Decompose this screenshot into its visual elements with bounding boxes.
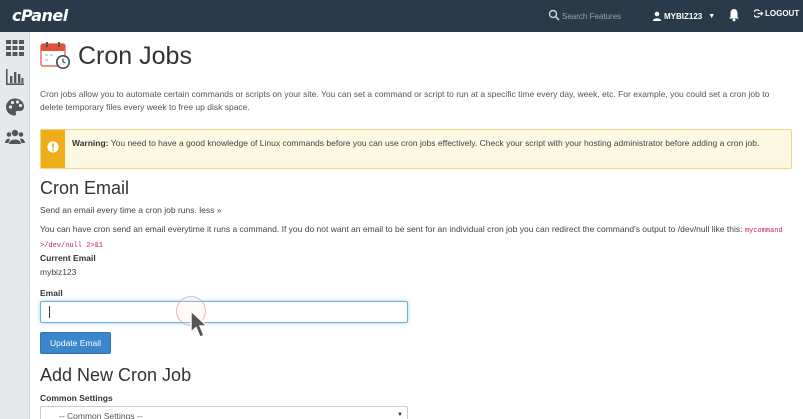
user-icon [652,11,662,21]
chevron-down-icon: ▼ [708,12,716,20]
logout-label: LOGOUT [765,9,800,18]
search-icon [548,9,560,21]
bar-chart-icon[interactable] [5,67,25,87]
common-settings-label: Common Settings [40,393,113,403]
chevron-down-icon: ▼ [397,412,403,418]
username-label: MYBIZ123 [664,11,703,21]
cron-email-description-text: Send an email every time a cron job runs… [40,205,197,215]
warning-message: You need to have a good knowledge of Lin… [110,138,760,148]
common-settings-value: -- Common Settings -- [59,411,143,419]
warning-text: Warning: You need to have a good knowled… [72,137,782,150]
current-email-value: mybiz123 [40,267,77,277]
top-navbar: cPanel MYBIZ123 ▼ LOGOUT [0,0,803,32]
cron-email-detail: You can have cron send an email everytim… [40,223,792,252]
bell-icon[interactable] [728,8,740,22]
cron-email-description: Send an email every time a cron job runs… [40,205,221,215]
update-email-button[interactable]: Update Email [40,332,111,354]
logout-icon [754,9,763,18]
text-caret [49,306,50,318]
sidebar [0,32,30,419]
less-link[interactable]: less » [199,205,221,215]
palette-icon[interactable] [5,97,25,117]
page-header: Cron Jobs [40,40,192,72]
email-label: Email [40,288,63,298]
user-menu[interactable]: MYBIZ123 ▼ [652,9,715,23]
cron-email-detail-text: You can have cron send an email everytim… [40,224,743,234]
grid-icon[interactable] [5,38,25,58]
intro-text: Cron jobs allow you to automate certain … [40,89,770,112]
current-email-label: Current Email [40,253,96,263]
add-cron-job-heading: Add New Cron Job [40,365,192,385]
exclamation-icon [47,141,59,153]
email-input[interactable] [40,301,408,323]
common-settings-select[interactable]: -- Common Settings -- ▼ [40,406,408,419]
calendar-clock-icon [40,42,70,69]
mouse-pointer-icon [190,310,209,338]
cron-email-heading: Cron Email [40,178,130,198]
page-title: Cron Jobs [78,41,192,70]
logout-button[interactable]: LOGOUT [754,9,799,18]
warning-alert: Warning: You need to have a good knowled… [40,129,792,169]
warning-label: Warning: [72,138,109,148]
users-icon[interactable] [5,127,25,147]
cpanel-logo[interactable]: cPanel [12,6,68,25]
